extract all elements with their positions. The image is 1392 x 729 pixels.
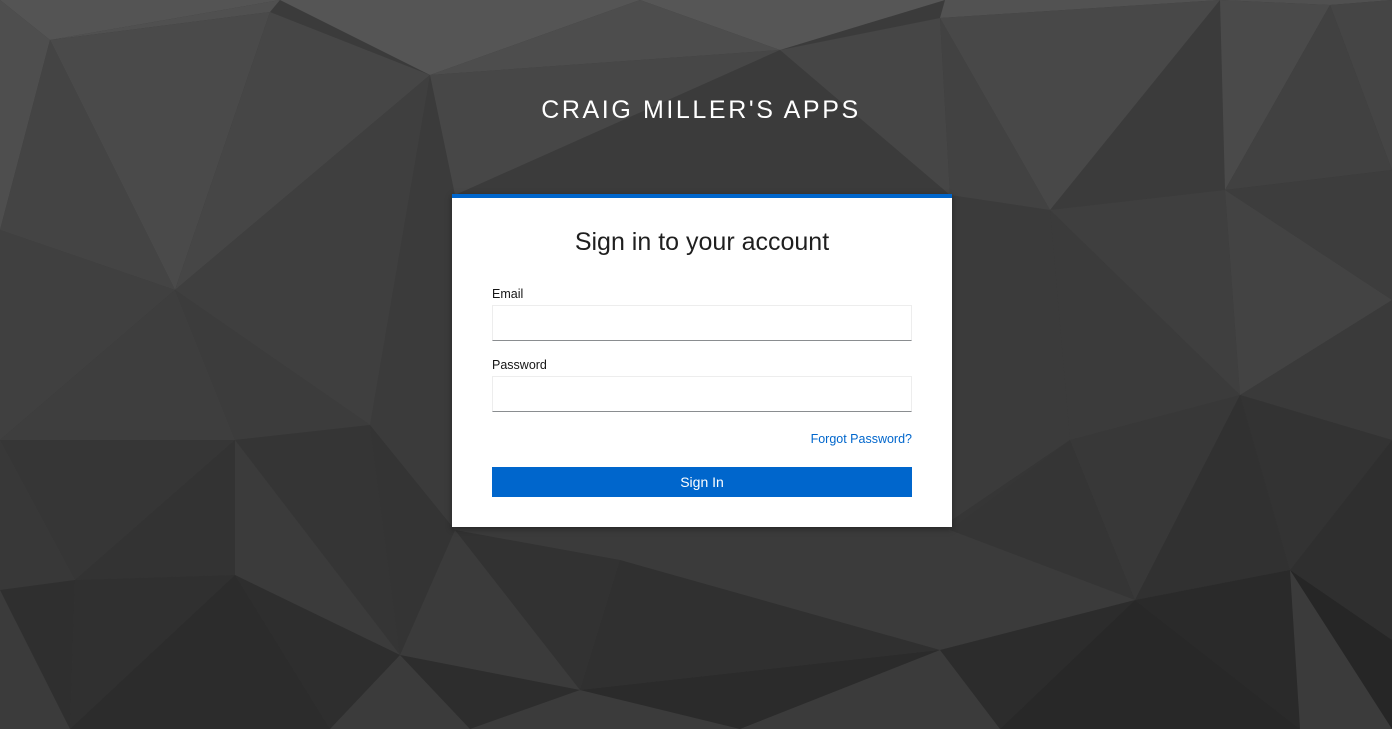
login-heading: Sign in to your account bbox=[574, 228, 830, 256]
password-label: Password bbox=[492, 358, 547, 372]
email-field[interactable] bbox=[492, 305, 912, 341]
password-field[interactable] bbox=[492, 376, 912, 412]
login-card: Sign in to your account Email Password F… bbox=[452, 194, 952, 527]
realm-title: CRAIG MILLER'S APPS bbox=[541, 96, 861, 124]
forgot-password-link[interactable]: Forgot Password? bbox=[811, 432, 912, 446]
email-label: Email bbox=[492, 287, 524, 301]
sign-in-button[interactable]: Sign In bbox=[492, 467, 912, 497]
